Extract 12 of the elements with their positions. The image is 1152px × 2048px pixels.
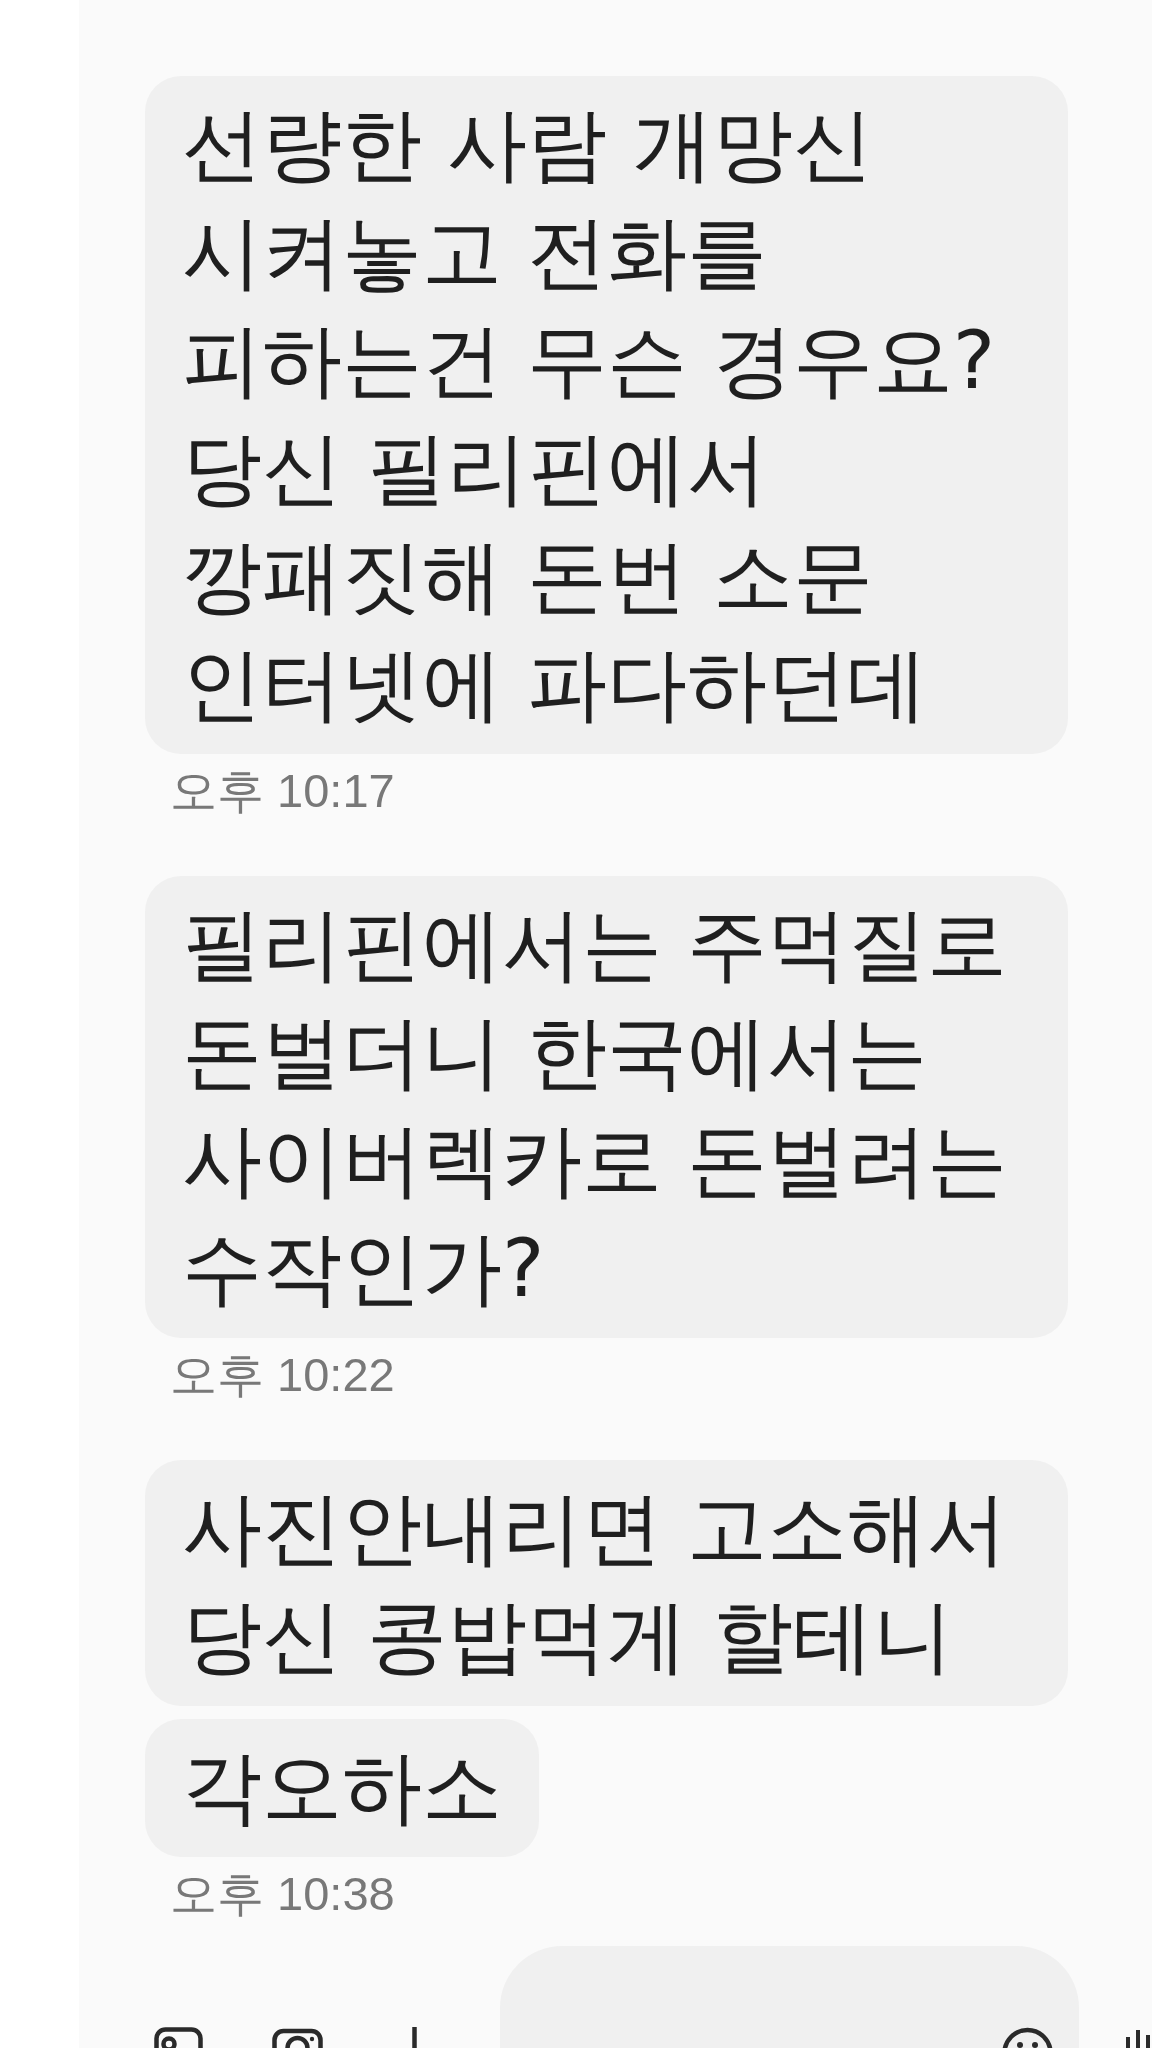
message-text: 선량한 사람 개망신 시켜놓고 전화를 피하는건 무슨 경우요? 당신 필리핀에서 깡패짓해 돈번 소문 인터넷에 파다하던데 <box>182 97 997 733</box>
gallery-icon[interactable] <box>154 2027 203 2048</box>
timestamp: 오후 10:38 <box>170 1866 395 1922</box>
message-text: 필리핀에서는 주먹질로 돈벌더니 한국에서는 사이버렉카로 돈벌려는 수작인가? <box>182 897 1009 1317</box>
message-text: 각오하소 <box>182 1740 502 1836</box>
camera-icon[interactable] <box>272 2027 323 2048</box>
timestamp: 오후 10:17 <box>170 763 395 819</box>
timestamp: 오후 10:22 <box>170 1347 395 1403</box>
message-text: 사진안내리면 고소해서 당신 콩밥먹게 할테니 <box>182 1481 1009 1685</box>
emoji-icon[interactable] <box>1002 2026 1053 2048</box>
waveform-icon[interactable] <box>1123 2027 1151 2048</box>
message-input-field[interactable] <box>500 1946 1079 2048</box>
